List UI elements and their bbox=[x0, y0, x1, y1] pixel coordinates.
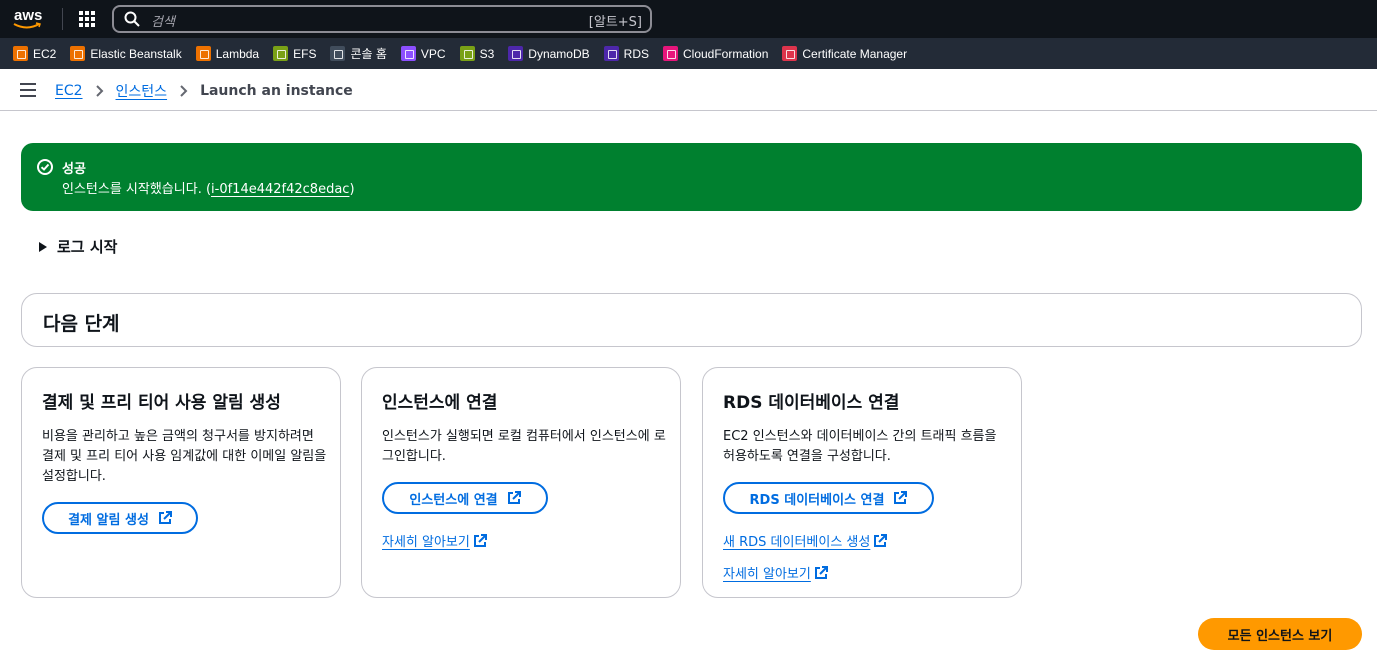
breadcrumb-ec2[interactable]: EC2 bbox=[55, 83, 83, 99]
aws-smile-icon bbox=[13, 22, 41, 29]
favorite-vpc[interactable]: VPC bbox=[400, 46, 446, 61]
next-steps-header: 다음 단계 bbox=[21, 293, 1362, 347]
aws-logo-text: aws bbox=[14, 7, 43, 24]
ec2-icon bbox=[13, 46, 28, 61]
favorite-dynamodb[interactable]: DynamoDB bbox=[508, 46, 590, 61]
menu-icon[interactable] bbox=[20, 83, 36, 97]
card-description: 인스턴스가 실행되면 로컬 컴퓨터에서 인스턴스에 로그인합니다. bbox=[382, 429, 666, 464]
launch-log-label: 로그 시작 bbox=[57, 238, 118, 256]
favorite-s3[interactable]: S3 bbox=[459, 46, 494, 61]
external-link-icon bbox=[894, 491, 908, 504]
breadcrumb-current: Launch an instance bbox=[200, 83, 353, 99]
lambda-icon bbox=[195, 46, 211, 61]
favorite-certificate-manager[interactable]: Certificate Manager bbox=[782, 46, 907, 61]
services-grid-icon[interactable] bbox=[79, 11, 95, 27]
breadcrumb-instances[interactable]: 인스턴스 bbox=[116, 81, 168, 101]
aws-logo[interactable]: aws bbox=[12, 7, 48, 31]
card-description: 비용을 관리하고 높은 금액의 청구서를 방지하려면 결제 및 프리 티어 사용… bbox=[42, 429, 327, 484]
favorite-ec2[interactable]: EC2 bbox=[13, 46, 56, 61]
connect-rds-button[interactable]: RDS 데이터베이스 연결 bbox=[723, 482, 934, 514]
external-link-icon bbox=[158, 511, 172, 524]
search-icon bbox=[124, 11, 140, 27]
learn-more-link[interactable]: 자세히 알아보기 bbox=[723, 563, 828, 582]
favorite-console-home[interactable]: 콘솔 홈 bbox=[330, 45, 387, 62]
external-link-icon bbox=[814, 565, 828, 579]
chevron-right-icon bbox=[180, 85, 188, 97]
card-billing-alerts: 결제 및 프리 티어 사용 알림 생성 비용을 관리하고 높은 금액의 청구서를… bbox=[21, 367, 341, 598]
s3-icon bbox=[459, 46, 475, 61]
card-description: EC2 인스턴스와 데이터베이스 간의 트래픽 흐름을 허용하도록 연결을 구성… bbox=[723, 429, 997, 464]
success-flashbar: 성공 인스턴스를 시작했습니다. (i-0f14e442f42c8edac) bbox=[21, 143, 1362, 211]
flash-message: 인스턴스를 시작했습니다. (i-0f14e442f42c8edac) bbox=[62, 182, 355, 197]
card-title: 결제 및 프리 티어 사용 알림 생성 bbox=[42, 393, 281, 413]
connect-instance-button[interactable]: 인스턴스에 연결 bbox=[382, 482, 548, 514]
instance-id-link[interactable]: i-0f14e442f42c8edac bbox=[211, 182, 349, 197]
favorite-lambda[interactable]: Lambda bbox=[195, 46, 259, 61]
view-all-instances-button[interactable]: 모든 인스턴스 보기 bbox=[1198, 618, 1362, 650]
search-shortcut: [알트+S] bbox=[588, 15, 642, 30]
external-link-icon bbox=[507, 491, 521, 504]
success-check-icon bbox=[37, 159, 53, 175]
chevron-right-icon bbox=[95, 85, 103, 97]
external-link-icon bbox=[473, 533, 487, 547]
vpc-icon bbox=[400, 46, 416, 61]
favorite-cloudformation[interactable]: CloudFormation bbox=[663, 46, 768, 61]
certificate-manager-icon bbox=[782, 46, 798, 61]
console-home-icon bbox=[330, 46, 346, 61]
card-title: 인스턴스에 연결 bbox=[382, 393, 498, 413]
favorite-elastic-beanstalk[interactable]: Elastic Beanstalk bbox=[70, 46, 182, 61]
dynamodb-icon bbox=[508, 46, 524, 61]
favorite-rds[interactable]: RDS bbox=[603, 46, 649, 61]
flash-title: 성공 bbox=[62, 162, 86, 177]
favorites-bar: EC2 Elastic Beanstalk Lambda EFS 콘솔 홈 VP… bbox=[0, 38, 1377, 69]
nav-divider bbox=[62, 8, 63, 30]
search-placeholder: 검색 bbox=[151, 15, 175, 30]
elastic-beanstalk-icon bbox=[70, 46, 86, 61]
next-steps-title: 다음 단계 bbox=[43, 313, 120, 335]
learn-more-link[interactable]: 자세히 알아보기 bbox=[382, 531, 487, 550]
create-rds-link[interactable]: 새 RDS 데이터베이스 생성 bbox=[723, 531, 888, 550]
top-navigation: aws 검색 [알트+S] bbox=[0, 0, 1377, 38]
card-connect-instance: 인스턴스에 연결 인스턴스가 실행되면 로컬 컴퓨터에서 인스턴스에 로그인합니… bbox=[361, 367, 681, 598]
breadcrumb: EC2 인스턴스 Launch an instance bbox=[55, 81, 353, 101]
external-link-icon bbox=[874, 533, 888, 547]
cloudformation-icon bbox=[663, 46, 678, 61]
launch-log-expander[interactable]: 로그 시작 bbox=[39, 236, 117, 257]
favorite-efs[interactable]: EFS bbox=[273, 46, 316, 61]
create-billing-alert-button[interactable]: 결제 알림 생성 bbox=[42, 502, 198, 534]
efs-icon bbox=[273, 46, 289, 61]
rds-icon bbox=[603, 46, 619, 61]
breadcrumb-bar: EC2 인스턴스 Launch an instance bbox=[0, 69, 1377, 111]
card-title: RDS 데이터베이스 연결 bbox=[723, 393, 900, 413]
caret-right-icon bbox=[39, 241, 47, 252]
search-input[interactable]: 검색 [알트+S] bbox=[112, 5, 652, 33]
card-connect-rds: RDS 데이터베이스 연결 EC2 인스턴스와 데이터베이스 간의 트래픽 흐름… bbox=[702, 367, 1022, 598]
